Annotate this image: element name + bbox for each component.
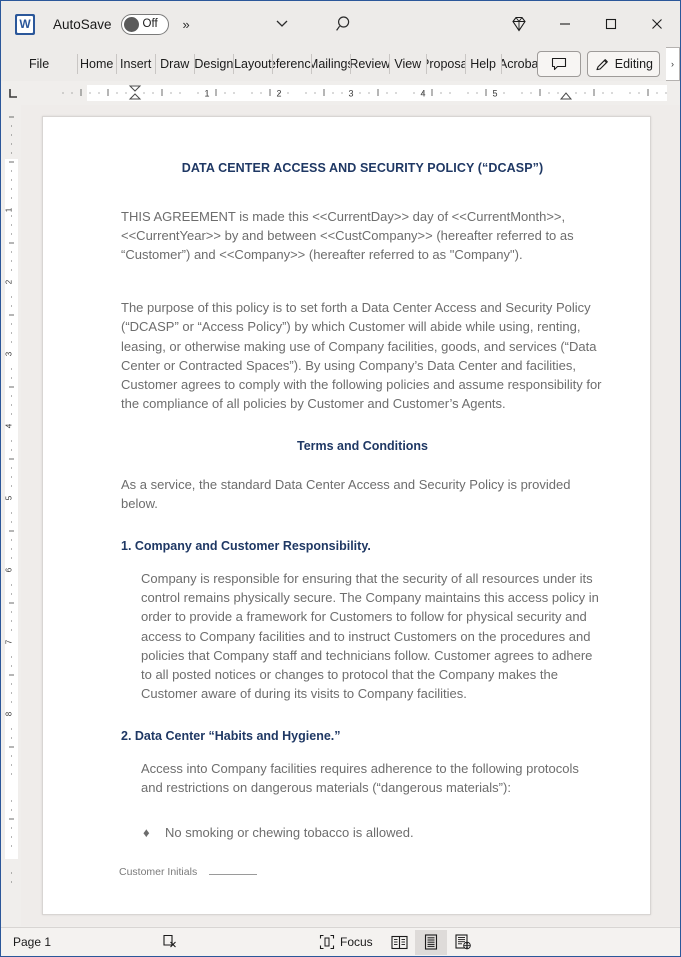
svg-text:1: 1 [204, 89, 209, 99]
horizontal-ruler[interactable]: 1 2 3 4 5 [1, 81, 680, 105]
svg-text:5: 5 [5, 495, 14, 500]
customer-initials-label: Customer Initials [119, 866, 198, 878]
tab-references[interactable]: References [272, 47, 311, 81]
premium-diamond-icon[interactable] [496, 2, 542, 46]
tab-insert[interactable]: Insert [116, 47, 155, 81]
editing-mode-button[interactable]: Editing [586, 51, 660, 77]
autosave-toggle-state: Off [142, 18, 158, 30]
tab-draw[interactable]: Draw [155, 47, 194, 81]
focus-icon [319, 934, 335, 950]
ribbon-tab-bar: File Home Insert Draw Design Layout Refe… [1, 47, 680, 81]
section-1-body: Company is responsible for ensuring that… [141, 571, 599, 701]
status-page-number[interactable]: Page 1 [13, 935, 51, 949]
print-layout-icon[interactable] [415, 929, 447, 955]
ribbon-display-options-icon[interactable] [273, 14, 291, 32]
tab-mailings[interactable]: Mailings [311, 47, 350, 81]
tab-review[interactable]: Review [350, 47, 389, 81]
title-bar: W AutoSave Off » [1, 1, 680, 47]
ribbon-tabs: File Home Insert Draw Design Layout Refe… [1, 47, 540, 81]
pencil-icon [595, 57, 610, 72]
document-title: DATA CENTER ACCESS AND SECURITY POLICY (… [181, 161, 544, 175]
tab-layout[interactable]: Layout [233, 47, 272, 81]
status-bar: Page 1 Focus [1, 927, 680, 956]
horizontal-ruler-track[interactable]: 1 2 3 4 5 [25, 85, 680, 101]
tab-design[interactable]: Design [194, 47, 233, 81]
comment-icon [551, 57, 567, 71]
bullet-marker-icon: ♦ [143, 825, 150, 841]
document-page[interactable]: DATA CENTER ACCESS AND SECURITY POLICY (… [42, 116, 651, 915]
paragraph-agreement: THIS AGREEMENT is made this <<CurrentDay… [121, 209, 574, 263]
quick-access-more-button[interactable]: » [183, 17, 190, 32]
svg-text:3: 3 [348, 89, 353, 99]
document-canvas[interactable]: DATA CENTER ACCESS AND SECURITY POLICY (… [21, 105, 680, 926]
word-app-icon: W [15, 13, 35, 35]
autosave-toggle-knob [123, 16, 139, 32]
tab-home[interactable]: Home [77, 47, 116, 81]
word-app-icon-letter: W [19, 17, 31, 31]
close-button[interactable] [634, 2, 680, 46]
svg-text:5: 5 [492, 89, 497, 99]
section-2-body: Access into Company facilities requires … [141, 760, 579, 796]
tab-acrobat[interactable]: Acrobat [500, 47, 540, 81]
editing-mode-label: Editing [614, 57, 653, 71]
svg-text:2: 2 [276, 89, 281, 99]
terms-heading: Terms and Conditions [296, 438, 429, 453]
svg-text:1: 1 [5, 207, 14, 212]
web-layout-icon[interactable] [447, 930, 479, 955]
svg-text:3: 3 [5, 351, 14, 356]
proofing-errors-icon[interactable] [161, 933, 179, 951]
comments-button[interactable] [536, 51, 581, 77]
word-window: W AutoSave Off » File Home Insert Draw D… [0, 0, 681, 957]
autosave-label: AutoSave [53, 16, 112, 32]
section-1-heading: 1. Company and Customer Responsibility. [121, 539, 371, 554]
focus-label: Focus [340, 935, 373, 949]
maximize-button[interactable] [588, 2, 634, 46]
list-item: ♦ No smoking or chewing tobacco is allow… [143, 823, 604, 842]
search-icon[interactable] [335, 14, 355, 34]
svg-text:4: 4 [420, 89, 425, 99]
svg-text:7: 7 [5, 639, 14, 644]
svg-text:6: 6 [5, 567, 14, 572]
tab-view[interactable]: View [389, 47, 426, 81]
customer-initials-blank-line[interactable] [209, 866, 258, 875]
svg-text:4: 4 [5, 423, 14, 428]
vertical-ruler[interactable]: 1 2 3 4 5 6 7 8 [1, 105, 21, 921]
section-2-heading: 2. Data Center “Habits and Hygiene.” [121, 728, 341, 743]
tab-proposal[interactable]: Proposal [426, 47, 465, 81]
horizontal-ruler-ticks: 1 2 3 4 5 [62, 85, 667, 100]
footer-customer-initials: Customer Initials [119, 866, 258, 878]
svg-text:8: 8 [5, 711, 14, 716]
vertical-ruler-ticks: 1 2 3 4 5 6 7 8 [5, 113, 18, 903]
tab-file[interactable]: File [19, 47, 59, 81]
tab-help[interactable]: Help [465, 47, 501, 81]
page-content[interactable]: DATA CENTER ACCESS AND SECURITY POLICY (… [121, 161, 604, 842]
svg-text:2: 2 [5, 279, 14, 284]
list-item-label: No smoking or chewing tobacco is allowed… [165, 825, 414, 841]
terms-intro: As a service, the standard Data Center A… [121, 476, 571, 512]
focus-mode-button[interactable]: Focus [319, 934, 373, 950]
tab-stop-left-icon[interactable] [1, 81, 25, 105]
ribbon-overflow-caret[interactable]: › [666, 47, 680, 81]
window-controls [496, 1, 680, 47]
autosave-toggle[interactable]: Off [120, 13, 169, 35]
read-mode-icon[interactable] [383, 930, 415, 955]
minimize-button[interactable] [542, 2, 588, 46]
view-mode-buttons [383, 929, 479, 955]
paragraph-purpose: The purpose of this policy is to set for… [121, 300, 602, 411]
ribbon-right-group: Editing › [536, 47, 680, 81]
